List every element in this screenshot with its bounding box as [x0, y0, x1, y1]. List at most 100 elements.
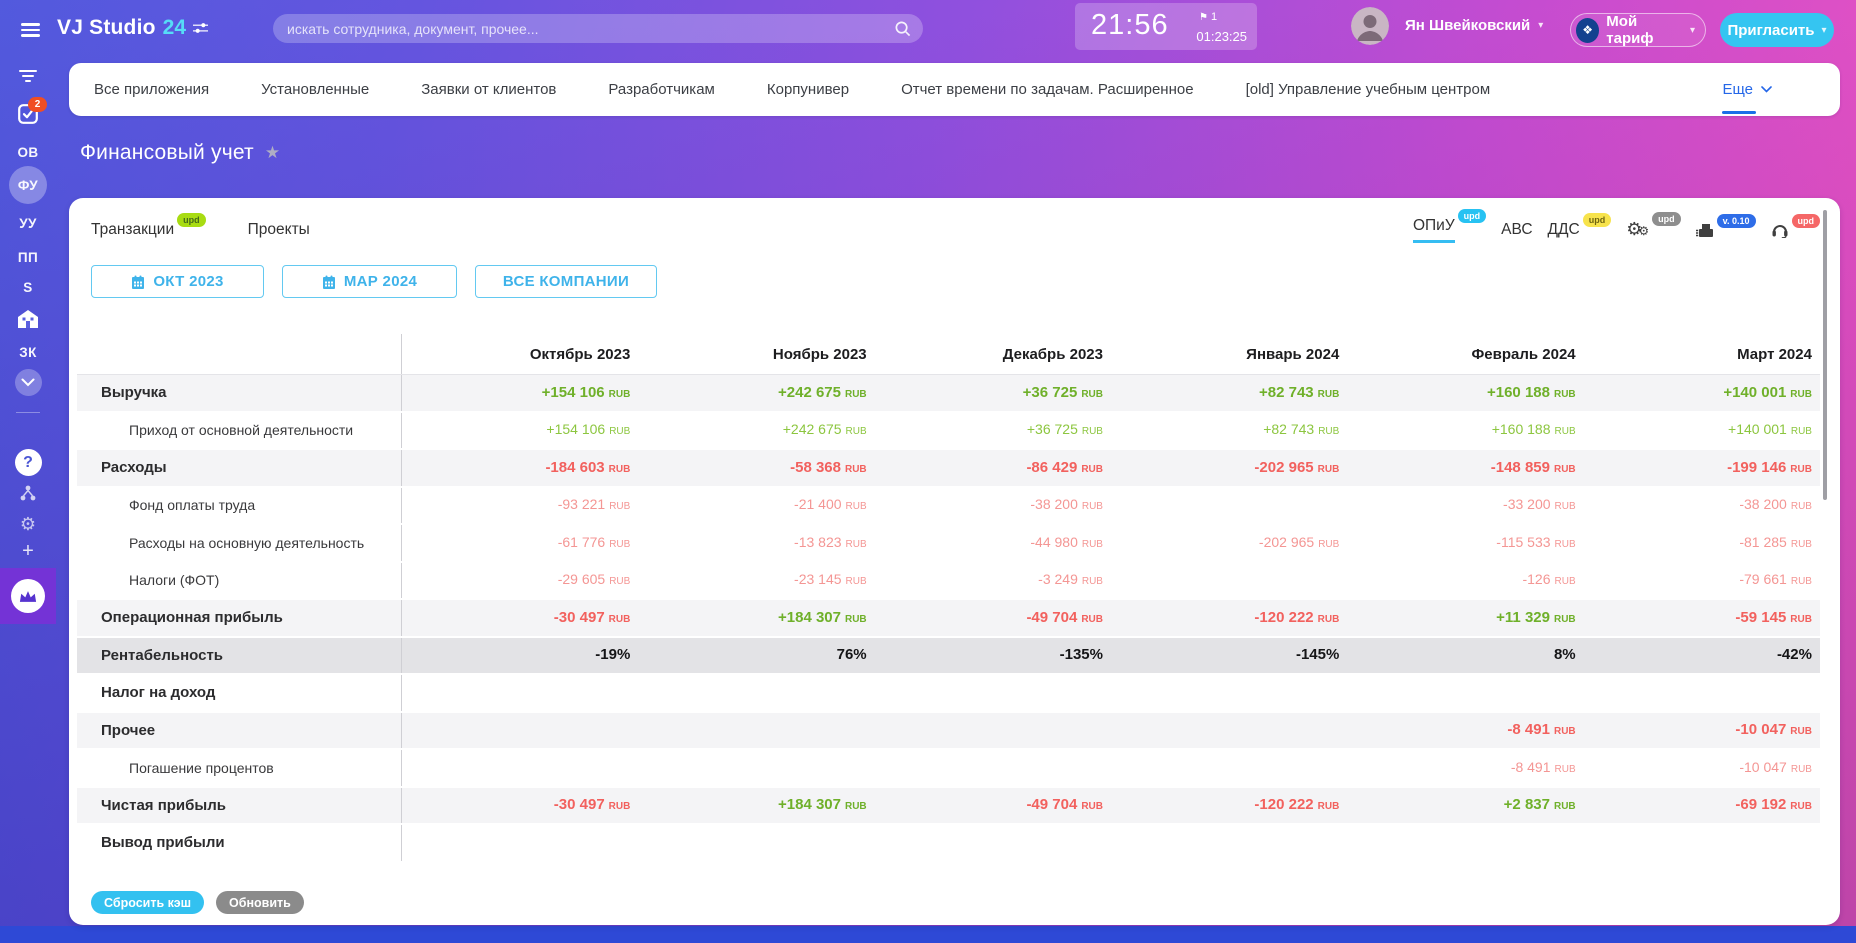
plus-icon[interactable]: +: [0, 540, 56, 563]
column-header: Октябрь 2023: [402, 346, 638, 363]
row-label: Расходы: [77, 450, 402, 486]
nav-tab-corpuniver[interactable]: Корпунивер: [767, 81, 849, 98]
value-cell: -23 145RUB: [638, 571, 874, 589]
nav-tab-all-apps[interactable]: Все приложения: [94, 81, 209, 98]
store-icon[interactable]: [0, 310, 56, 328]
table-row[interactable]: Налог на доход: [77, 675, 1820, 713]
sidebar-item-fu[interactable]: ФУ: [9, 166, 47, 204]
upd-badge: upd: [1792, 214, 1821, 228]
tab-opiu[interactable]: ОПиУ upd: [1413, 217, 1486, 243]
table-row[interactable]: Фонд оплаты труда-93 221RUB-21 400RUB-38…: [77, 488, 1820, 526]
companies-filter-button[interactable]: ВСЕ КОМПАНИИ: [475, 265, 657, 298]
nav-tab-client-requests[interactable]: Заявки от клиентов: [421, 81, 556, 98]
value-cell: -30 497RUB: [402, 796, 638, 814]
value-cell: 8%: [1347, 646, 1583, 664]
chevron-circle-icon[interactable]: [0, 369, 56, 396]
version-badge: v. 0.10: [1717, 214, 1756, 228]
value-cell: -120 222RUB: [1111, 796, 1347, 814]
gear-icon[interactable]: ⚙: [0, 514, 56, 535]
reset-cache-button[interactable]: Сбросить кэш: [91, 891, 204, 914]
nav-tab-installed[interactable]: Установленные: [261, 81, 369, 98]
row-label: Выручка: [77, 375, 402, 411]
headset-icon: [1771, 222, 1789, 238]
search-icon[interactable]: [894, 20, 911, 37]
bottom-strip: [0, 926, 1856, 943]
market-tile[interactable]: [0, 568, 56, 624]
nav-more-button[interactable]: Еще: [1722, 63, 1772, 116]
favorite-star-icon[interactable]: ★: [265, 143, 280, 163]
value-cell: -10 047RUB: [1584, 759, 1820, 777]
table-row[interactable]: Налоги (ФОТ)-29 605RUB-23 145RUB-3 249RU…: [77, 563, 1820, 601]
value-cell: -59 145RUB: [1584, 609, 1820, 627]
table-row[interactable]: Чистая прибыль-30 497RUB+184 307RUB-49 7…: [77, 788, 1820, 826]
tab-transactions[interactable]: Транзакции upd: [91, 221, 206, 239]
value-cell: -30 497RUB: [402, 609, 638, 627]
sidebar-item-ov[interactable]: ОВ: [0, 142, 56, 162]
table-row[interactable]: Вывод прибыли: [77, 825, 1820, 863]
nav-tab-time-report[interactable]: Отчет времени по задачам. Расширенное: [901, 81, 1194, 98]
network-icon[interactable]: [0, 484, 56, 502]
pl-table: Октябрь 2023Ноябрь 2023Декабрь 2023Январ…: [77, 334, 1820, 863]
value-cell: +11 329RUB: [1347, 609, 1583, 627]
value-cell: -81 285RUB: [1584, 534, 1820, 552]
user-name: Ян Швейковский: [1405, 17, 1530, 34]
user-avatar[interactable]: [1351, 7, 1389, 45]
version-button[interactable]: v. 0.10: [1696, 222, 1756, 238]
scrollbar[interactable]: [1823, 210, 1827, 500]
period-end-button[interactable]: МАР 2024: [282, 265, 457, 298]
value-cell: +82 743RUB: [1111, 384, 1347, 402]
logo[interactable]: VJ Studio 24: [57, 16, 208, 40]
filter-icon[interactable]: [0, 69, 56, 83]
table-row[interactable]: Расходы на основную деятельность-61 776R…: [77, 525, 1820, 563]
tariff-button[interactable]: ❖ Мой тариф ▾: [1570, 13, 1706, 47]
table-row[interactable]: Операционная прибыль-30 497RUB+184 307RU…: [77, 600, 1820, 638]
sidebar-item-zk[interactable]: ЗК: [0, 342, 56, 362]
value-cell: +82 743RUB: [1111, 421, 1347, 439]
value-cell: -42%: [1584, 646, 1820, 664]
sidebar-item-s[interactable]: S: [0, 277, 56, 297]
settings-button[interactable]: ⚙⚙ upd: [1626, 220, 1680, 240]
value-cell: -44 980RUB: [875, 534, 1111, 552]
value-cell: +140 001RUB: [1584, 421, 1820, 439]
refresh-button[interactable]: Обновить: [216, 891, 304, 914]
row-label: Операционная прибыль: [77, 600, 402, 636]
help-icon[interactable]: ?: [0, 449, 56, 476]
table-row[interactable]: Прочее-8 491RUB-10 047RUB: [77, 713, 1820, 751]
column-header: Ноябрь 2023: [638, 346, 874, 363]
value-cell: -202 965RUB: [1111, 459, 1347, 477]
header-blank-cell: [77, 334, 402, 374]
invite-label: Пригласить: [1727, 22, 1814, 39]
value-cell: -8 491RUB: [1347, 759, 1583, 777]
value-cell: -49 704RUB: [875, 796, 1111, 814]
sidebar-item-pp[interactable]: ПП: [0, 247, 56, 267]
table-row[interactable]: Погашение процентов-8 491RUB-10 047RUB: [77, 750, 1820, 788]
tab-projects[interactable]: Проекты: [248, 221, 310, 239]
support-button[interactable]: upd: [1771, 222, 1821, 238]
nav-tab-developers[interactable]: Разработчикам: [608, 81, 714, 98]
search-input[interactable]: [273, 21, 894, 37]
value-cell: -148 859RUB: [1347, 459, 1583, 477]
notification-badge: 2: [28, 97, 47, 112]
sidebar-item-uu[interactable]: УУ: [0, 213, 56, 233]
period-start-button[interactable]: ОКТ 2023: [91, 265, 264, 298]
clock-widget[interactable]: 21:56 ⚑1 01:23:25: [1075, 3, 1257, 50]
table-row[interactable]: Выручка+154 106RUB+242 675RUB+36 725RUB+…: [77, 375, 1820, 413]
table-row[interactable]: Приход от основной деятельности+154 106R…: [77, 413, 1820, 451]
value-cell: +184 307RUB: [638, 609, 874, 627]
tasks-icon[interactable]: 2: [0, 104, 56, 129]
tab-abc[interactable]: АВС: [1501, 221, 1532, 239]
value-cell: -199 146RUB: [1584, 459, 1820, 477]
value-cell: -33 200RUB: [1347, 496, 1583, 514]
table-row[interactable]: Рентабельность-19%76%-135%-145%8%-42%: [77, 638, 1820, 676]
menu-icon[interactable]: [21, 23, 40, 38]
value-cell: -93 221RUB: [402, 496, 638, 514]
nav-tab-old-training-center[interactable]: [old] Управление учебным центром: [1246, 81, 1491, 98]
user-menu[interactable]: Ян Швейковский ▾: [1405, 17, 1543, 34]
tab-dds[interactable]: ДДС upd: [1548, 221, 1612, 239]
invite-button[interactable]: Пригласить ▾: [1720, 13, 1834, 47]
app-window: VJ Studio 24 21:56 ⚑1 01:23:25 Ян Швейко…: [0, 0, 1856, 943]
value-cell: +36 725RUB: [875, 421, 1111, 439]
row-label: Налог на доход: [77, 675, 402, 711]
column-header: Январь 2024: [1111, 346, 1347, 363]
table-row[interactable]: Расходы-184 603RUB-58 368RUB-86 429RUB-2…: [77, 450, 1820, 488]
